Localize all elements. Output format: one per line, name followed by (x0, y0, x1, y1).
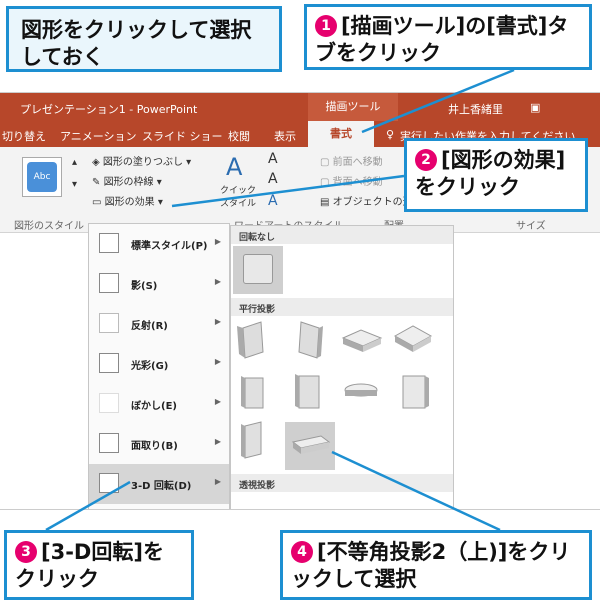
tab-review[interactable]: 校閲 (228, 128, 250, 144)
shape-effects-button[interactable]: ▭ 図形の効果 ▾ (92, 193, 163, 208)
menu-item-glow[interactable]: 光彩(G) ▶ (89, 344, 229, 384)
gallery-item-off-axis-2-top[interactable] (285, 422, 335, 470)
step2-callout: 2 [図形の効果]をクリック (404, 138, 588, 212)
step3-callout: 3 [3-D回転]をクリック (4, 530, 194, 600)
tab-animations[interactable]: アニメーション (60, 128, 137, 144)
parallel-shapes (237, 321, 433, 459)
gallery-item-parallel-3[interactable] (341, 329, 383, 352)
shape-outline-button[interactable]: ✎ 図形の枠線 ▾ (92, 173, 162, 188)
shape-fill-label: 図形の塗りつぶし (102, 157, 183, 168)
bring-forward-button[interactable]: ▢ 前面へ移動 (320, 153, 383, 168)
tab-view[interactable]: 表示 (274, 128, 296, 144)
gallery-item-parallel-7[interactable] (344, 383, 378, 397)
section-no-rotation: 回転なし (231, 226, 453, 244)
gallery-more-icon[interactable]: ▾ (72, 179, 77, 190)
flat-square-icon (243, 254, 273, 284)
preset-icon (99, 233, 119, 253)
menu-item-reflection[interactable]: 反射(R) ▶ (89, 304, 229, 344)
shape-fill-button[interactable]: ◈ 図形の塗りつぶし ▾ (92, 153, 191, 168)
gallery-item-parallel-5[interactable] (241, 376, 264, 409)
shape-style-gallery[interactable]: Abc (22, 157, 62, 197)
gallery-item-parallel-4[interactable] (393, 325, 433, 352)
glow-icon (99, 353, 119, 373)
user-name: 井上香緒里 (448, 103, 503, 116)
ribbon-display-icon[interactable]: ▣ (530, 101, 540, 114)
menu-item-glow-label: 光彩(G) (131, 361, 169, 372)
group-label-shape-style: 図形のスタイル (14, 221, 84, 232)
menu-item-3d-rotation-label: 3-D 回転(D) (131, 481, 192, 492)
shape-effects-menu: 標準スタイル(P) ▶ 影(S) ▶ 反射(R) ▶ 光彩(G) ▶ ぼかし(E) ▶ 面… (88, 223, 230, 509)
step3-number: 3 (15, 541, 37, 563)
menu-item-bevel-label: 面取り(B) (131, 441, 178, 452)
step2-number: 2 (415, 149, 437, 171)
step3-text: [3-D回転]をクリック (15, 540, 164, 592)
section-perspective: 透視投影 (231, 474, 453, 492)
text-outline-icon[interactable]: A (268, 171, 278, 187)
gallery-item-parallel-6[interactable] (295, 374, 320, 409)
group-label-size: サイズ (516, 221, 546, 232)
step4-callout: 4 [不等角投影2（上)]をクリックして選択 (280, 530, 592, 600)
menu-item-shadow[interactable]: 影(S) ▶ (89, 264, 229, 304)
step1-text: [描画ツール]の[書式]タブをクリック (315, 14, 569, 66)
menu-item-soft-edges[interactable]: ぼかし(E) ▶ (89, 384, 229, 424)
off-axis-2-top-icon (291, 435, 331, 454)
menu-item-preset[interactable]: 標準スタイル(P) ▶ (89, 224, 229, 264)
step1-callout: 1 [描画ツール]の[書式]タブをクリック (304, 4, 592, 70)
submenu-arrow-icon: ▶ (214, 477, 221, 486)
menu-item-soft-edges-label: ぼかし(E) (131, 401, 177, 412)
3d-rotation-icon (99, 473, 119, 493)
drawing-tools-context-label: 描画ツール (308, 93, 398, 121)
submenu-arrow-icon: ▶ (214, 437, 221, 446)
text-fill-icon[interactable]: A (268, 151, 278, 167)
step1-number: 1 (315, 15, 337, 37)
menu-item-shadow-label: 影(S) (131, 281, 158, 292)
lightbulb-icon: ♀ (386, 128, 395, 141)
3d-rotation-gallery: 回転なし 平行投影 透視投影 (230, 225, 454, 509)
menu-item-bevel[interactable]: 面取り(B) ▶ (89, 424, 229, 464)
menu-item-reflection-label: 反射(R) (131, 321, 168, 332)
submenu-arrow-icon: ▶ (214, 277, 221, 286)
section-parallel: 平行投影 (231, 298, 453, 316)
send-backward-button[interactable]: ▢ 背面へ移動 (320, 173, 383, 188)
soft-edges-icon (99, 393, 119, 413)
heading-text: 図形をクリックして選択しておく (21, 18, 252, 70)
gallery-item-parallel-2[interactable] (298, 321, 323, 359)
quick-style-label: クイック スタイル (220, 186, 257, 209)
quick-style-icon[interactable]: A (226, 153, 242, 181)
pen-icon: ✎ (92, 177, 104, 188)
gallery-item-parallel-1[interactable] (237, 321, 264, 359)
shape-effects-label: 図形の効果 (104, 197, 155, 208)
step2-text: [図形の効果]をクリック (415, 148, 566, 200)
reflection-icon (99, 313, 119, 333)
title-bar: プレゼンテーション1 - PowerPoint 描画ツール 井上香緒里 ▣ (0, 93, 600, 121)
effects-icon: ▭ (92, 197, 105, 208)
tab-transitions[interactable]: 切り替え (2, 128, 46, 144)
menu-item-3d-rotation[interactable]: 3-D 回転(D) ▶ (89, 464, 229, 504)
gallery-item-parallel-9[interactable] (241, 421, 262, 459)
bring-forward-label: 前面へ移動 (332, 157, 383, 168)
instruction-heading: 図形をクリックして選択しておく (6, 6, 282, 72)
gallery-item-parallel-8[interactable] (402, 375, 429, 409)
submenu-arrow-icon: ▶ (214, 317, 221, 326)
shape-style-preview: Abc (27, 162, 57, 192)
submenu-arrow-icon: ▶ (214, 357, 221, 366)
shape-outline-label: 図形の枠線 (103, 177, 154, 188)
step4-text: [不等角投影2（上)]をクリックして選択 (291, 540, 571, 592)
menu-item-preset-label: 標準スタイル(P) (131, 241, 208, 252)
gallery-scroll-icon[interactable]: ▴ (72, 157, 77, 168)
step4-number: 4 (291, 541, 313, 563)
submenu-arrow-icon: ▶ (214, 237, 221, 246)
send-backward-label: 背面へ移動 (332, 177, 383, 188)
text-effects-icon[interactable]: A (268, 193, 278, 209)
bevel-icon (99, 433, 119, 453)
tab-format[interactable]: 書式 (308, 121, 374, 147)
submenu-arrow-icon: ▶ (214, 397, 221, 406)
window-title: プレゼンテーション1 - PowerPoint (20, 103, 198, 116)
gallery-item-no-rotation[interactable] (233, 246, 283, 294)
shadow-icon (99, 273, 119, 293)
paint-bucket-icon: ◈ (92, 157, 103, 168)
tab-slideshow[interactable]: スライド ショー (142, 128, 223, 144)
